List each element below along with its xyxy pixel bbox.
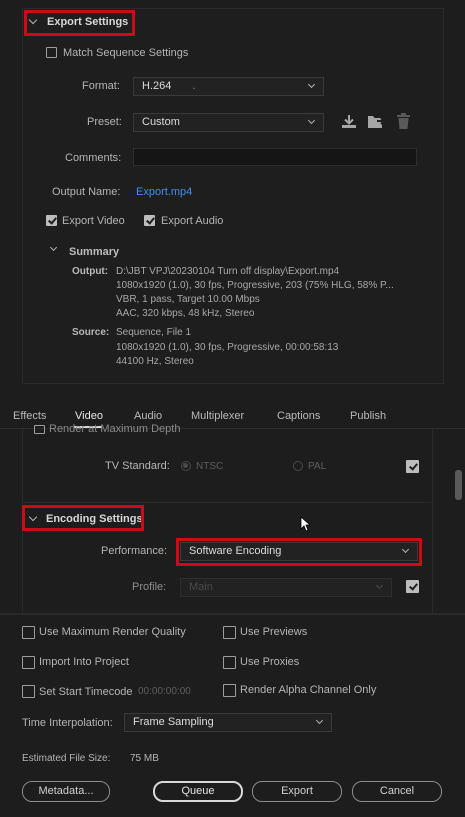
output-name-link[interactable]: Export.mp4 bbox=[136, 186, 192, 198]
timecode-field[interactable]: 00:00:00:00 bbox=[138, 686, 191, 697]
comments-label: Comments: bbox=[65, 152, 122, 164]
format-dropdown[interactable]: H.264 . bbox=[133, 77, 324, 96]
tab-video[interactable]: Video bbox=[75, 410, 103, 422]
render-alpha-label[interactable]: Render Alpha Channel Only bbox=[240, 684, 376, 696]
ntsc-label: NTSC bbox=[196, 461, 224, 472]
chevron-down-icon bbox=[315, 716, 324, 725]
scrollbar-thumb[interactable] bbox=[455, 470, 462, 500]
match-sequence-label[interactable]: Match Sequence Settings bbox=[63, 47, 188, 59]
mouse-cursor-icon bbox=[300, 516, 310, 532]
chevron-down-icon bbox=[375, 581, 384, 590]
summary-output-line: 1080x1920 (1.0), 30 fps, Progressive, 20… bbox=[116, 280, 394, 291]
time-interpolation-label: Time Interpolation: bbox=[22, 717, 113, 729]
import-into-project-checkbox[interactable] bbox=[22, 656, 35, 669]
set-start-timecode-label[interactable]: Set Start Timecode bbox=[39, 686, 133, 698]
render-max-depth-checkbox[interactable] bbox=[34, 425, 45, 434]
ntsc-radio[interactable] bbox=[181, 461, 191, 471]
export-audio-label[interactable]: Export Audio bbox=[161, 215, 223, 227]
import-preset-icon[interactable] bbox=[367, 113, 386, 130]
tab-audio[interactable]: Audio bbox=[134, 410, 162, 422]
format-label: Format: bbox=[82, 80, 120, 92]
summary-output-line: D:\JBT VPJ\20230104 Turn off display\Exp… bbox=[116, 266, 340, 277]
use-proxies-label[interactable]: Use Proxies bbox=[240, 656, 299, 668]
use-previews-label[interactable]: Use Previews bbox=[240, 626, 307, 638]
summary-source-line: 44100 Hz, Stereo bbox=[116, 356, 194, 367]
render-alpha-checkbox[interactable] bbox=[223, 684, 236, 697]
estimated-file-size-value: 75 MB bbox=[130, 753, 159, 764]
summary-header[interactable]: Summary bbox=[69, 246, 119, 258]
time-interpolation-dropdown[interactable]: Frame Sampling bbox=[124, 713, 332, 732]
summary-output-line: AAC, 320 kbps, 48 kHz, Stereo bbox=[116, 308, 255, 319]
trash-icon[interactable] bbox=[396, 113, 411, 130]
use-max-render-quality-label[interactable]: Use Maximum Render Quality bbox=[39, 626, 186, 638]
summary-source-line: 1080x1920 (1.0), 30 fps, Progressive, 00… bbox=[116, 342, 339, 353]
export-video-checkbox[interactable] bbox=[46, 215, 57, 226]
highlight-encoding-settings bbox=[22, 505, 144, 531]
chevron-down-icon bbox=[307, 116, 316, 125]
summary-output-label: Output: bbox=[72, 266, 109, 277]
tab-effects[interactable]: Effects bbox=[13, 410, 46, 422]
use-previews-checkbox[interactable] bbox=[223, 626, 236, 639]
use-proxies-checkbox[interactable] bbox=[223, 656, 236, 669]
render-max-depth-label[interactable]: Render at Maximum Depth bbox=[49, 424, 180, 435]
export-audio-checkbox[interactable] bbox=[144, 215, 155, 226]
match-sequence-checkbox[interactable] bbox=[46, 47, 57, 58]
metadata-button[interactable]: Metadata... bbox=[22, 781, 110, 802]
cancel-button[interactable]: Cancel bbox=[352, 781, 442, 802]
set-start-timecode-checkbox[interactable] bbox=[22, 685, 35, 698]
highlight-performance bbox=[176, 538, 422, 566]
pal-radio[interactable] bbox=[293, 461, 303, 471]
preset-dropdown[interactable]: Custom bbox=[133, 113, 324, 132]
tab-multiplexer[interactable]: Multiplexer bbox=[191, 410, 244, 422]
comments-input[interactable] bbox=[133, 148, 417, 166]
use-max-render-quality-checkbox[interactable] bbox=[22, 626, 35, 639]
profile-label: Profile: bbox=[132, 581, 167, 593]
queue-button[interactable]: Queue bbox=[153, 781, 243, 802]
format-value: H.264 bbox=[142, 80, 172, 92]
pal-label: PAL bbox=[308, 461, 327, 472]
import-into-project-label[interactable]: Import Into Project bbox=[39, 656, 129, 668]
time-interpolation-value: Frame Sampling bbox=[133, 716, 214, 728]
performance-label: Performance: bbox=[101, 545, 168, 557]
preset-label: Preset: bbox=[87, 116, 122, 128]
encoding-settings-separator bbox=[22, 502, 431, 503]
chevron-down-icon bbox=[307, 80, 316, 89]
summary-source-label: Source: bbox=[72, 327, 110, 338]
summary-source-line: Sequence, File 1 bbox=[116, 327, 192, 338]
save-preset-icon[interactable] bbox=[340, 114, 358, 130]
export-video-label[interactable]: Export Video bbox=[62, 215, 125, 227]
format-value-suffix: . bbox=[192, 80, 196, 92]
profile-dropdown[interactable]: Main bbox=[180, 578, 392, 597]
tab-publish[interactable]: Publish bbox=[350, 410, 386, 422]
preset-value: Custom bbox=[142, 116, 180, 128]
profile-value: Main bbox=[189, 581, 213, 593]
estimated-file-size-label: Estimated File Size: bbox=[22, 753, 111, 764]
profile-checkbox[interactable] bbox=[406, 580, 419, 593]
highlight-export-settings bbox=[24, 10, 135, 36]
tv-standard-checkbox[interactable] bbox=[406, 460, 419, 473]
bottom-divider bbox=[0, 613, 465, 615]
output-name-label: Output Name: bbox=[52, 186, 121, 198]
export-button[interactable]: Export bbox=[252, 781, 342, 802]
summary-output-line: VBR, 1 pass, Target 10.00 Mbps bbox=[116, 294, 260, 305]
tv-standard-label: TV Standard: bbox=[105, 460, 170, 472]
tab-captions[interactable]: Captions bbox=[277, 410, 320, 422]
